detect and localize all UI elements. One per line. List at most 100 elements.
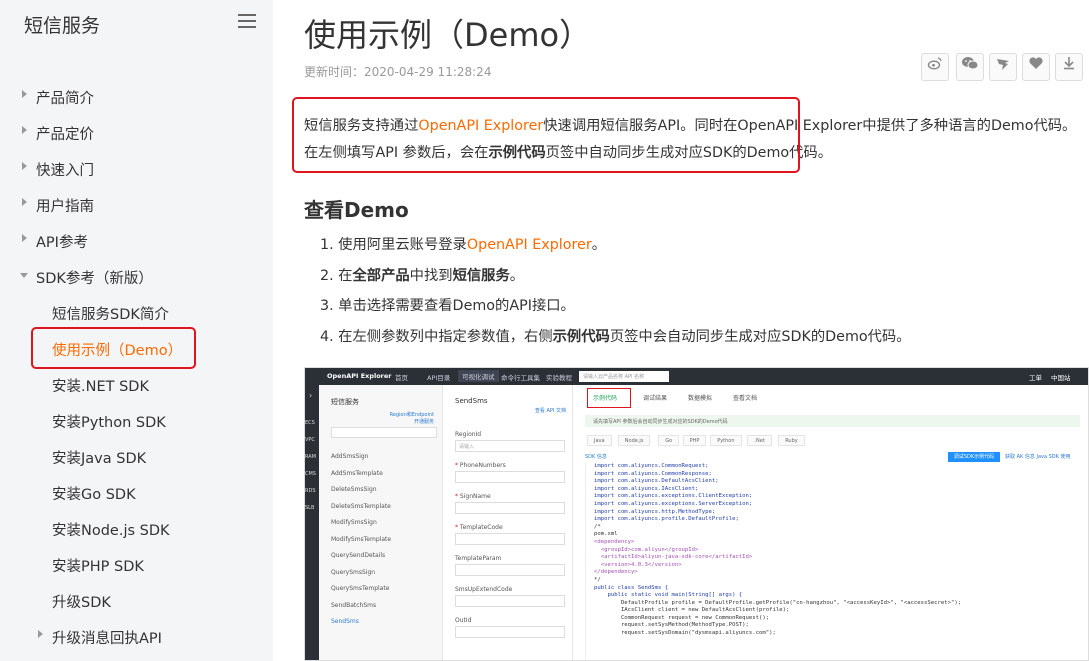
- screenshot-param-label: RegionId: [455, 431, 482, 438]
- screenshot-param-label: OutId: [455, 617, 472, 624]
- screenshot-api-search: [331, 427, 437, 438]
- screenshot-nav-item: 工单: [1029, 374, 1042, 382]
- sidebar-item[interactable]: 安装Go SDK: [0, 474, 273, 510]
- sidebar-item[interactable]: 安装Java SDK: [0, 438, 273, 474]
- screenshot-code: import com.aliyuncs.CommonRequest; import…: [585, 463, 1085, 660]
- screenshot-hint: 请先填写API 参数后会自动同步生成对应的SDK的Demo代码: [585, 415, 1080, 427]
- sidebar-item[interactable]: 安装Node.js SDK: [0, 510, 273, 546]
- step-bold: 示例代码: [552, 328, 610, 345]
- screenshot-api-item: SendSms: [331, 618, 359, 625]
- screenshot-api-item: AddSmsSign: [331, 453, 369, 460]
- caret-right-icon: [22, 234, 27, 242]
- caret-right-icon: [22, 90, 27, 98]
- caret-right-icon: [22, 198, 27, 206]
- screenshot-nav-item: 首页: [395, 374, 408, 382]
- weibo-icon[interactable]: [921, 53, 949, 81]
- sidebar-item[interactable]: API参考: [0, 222, 273, 258]
- screenshot-sdk-label: SDK 信息: [585, 454, 607, 460]
- code-line: CommonRequest request = new CommonReques…: [594, 614, 770, 621]
- screenshot-lang-tab: PHP: [682, 435, 707, 446]
- screenshot-params: SendSms 查看 API 文档 RegionId 请输入 * PhoneNumb…: [443, 385, 573, 660]
- screenshot-param-label: SmsUpExtendCode: [455, 586, 513, 593]
- code-line: </dependency>: [594, 569, 638, 576]
- screenshot-nav-item: 可视化调试: [458, 370, 499, 382]
- like-icon[interactable]: [1022, 53, 1050, 81]
- sidebar-item[interactable]: 用户指南: [0, 186, 273, 222]
- screenshot-rail-arrow: ›: [309, 391, 313, 400]
- sidebar-item[interactable]: 安装Python SDK: [0, 402, 273, 438]
- sidebar-item[interactable]: 安装.NET SDK: [0, 366, 273, 402]
- sidebar-item[interactable]: SDK参考（新版）: [0, 258, 273, 294]
- sidebar-item-label: 升级消息回执API: [52, 631, 162, 647]
- screenshot-api-title: SendSms: [455, 397, 488, 405]
- code-line: request.setSysMethod(MethodType.POST);: [594, 622, 749, 629]
- step-3: 3. 单击选择需要查看Demo的API接口。: [320, 294, 1080, 325]
- code-line: import com.aliyuncs.CommonResponse;: [594, 470, 712, 477]
- code-line: public class SendSms {: [594, 584, 669, 591]
- sidebar-item[interactable]: 产品简介: [0, 78, 273, 114]
- screenshot-brand: OpenAPI Explorer: [327, 372, 392, 380]
- screenshot-tab: 调试结果: [643, 395, 668, 402]
- step-2: 2. 在全部产品中找到短信服务。: [320, 264, 1080, 295]
- step-4: 4. 在左侧参数列中指定参数值，右侧示例代码页签中会自动同步生成对应SDK的De…: [320, 325, 1080, 356]
- sidebar-item[interactable]: 升级消息回执API: [0, 618, 273, 654]
- screenshot-api-item: AddSmsTemplate: [331, 469, 383, 477]
- sidebar-item-label: 安装Java SDK: [52, 451, 147, 467]
- screenshot-api-item: QuerySmsSign: [331, 568, 376, 576]
- screenshot-nav-item: 实验教程: [546, 374, 572, 382]
- screenshot-nav-item: 中国站: [1051, 374, 1071, 382]
- openapi-explorer-link[interactable]: OpenAPI Explorer: [467, 237, 592, 253]
- menu-icon[interactable]: [238, 14, 256, 28]
- sidebar-item[interactable]: 产品定价: [0, 114, 273, 150]
- screenshot-api-item: ModifySmsSign: [331, 519, 377, 526]
- sidebar-item-label: API参考: [36, 235, 88, 251]
- screenshot-lang-tab: Java: [587, 435, 612, 446]
- step-text: 。: [591, 237, 607, 253]
- screenshot-lang-tab: Python: [710, 435, 742, 446]
- step-text: 2. 在: [320, 267, 353, 284]
- step-text: 1. 使用阿里云账号登录: [320, 237, 467, 253]
- sidebar-item-label: 安装Node.js SDK: [52, 523, 170, 539]
- step-bold: 全部产品: [352, 267, 410, 284]
- screenshot-nav-item: 命令行工具集: [501, 374, 540, 382]
- screenshot-rail-item: RAM: [305, 454, 317, 460]
- screenshot-rail: › ECS VPC RAM CMS RDS SLB: [305, 385, 319, 660]
- code-line: <groupId>com.aliyun</groupId>: [594, 546, 699, 553]
- sidebar-item[interactable]: 快速入门: [0, 150, 273, 186]
- openapi-explorer-screenshot: OpenAPI Explorer 首页 API目录 可视化调试 命令行工具集 实…: [304, 367, 1089, 661]
- screenshot-param-input: [455, 626, 565, 638]
- screenshot-api-list: 短信服务 Region和Endpoint 开通服务 AddSmsSign AddSm…: [319, 385, 443, 660]
- code-line: request.setSysDomain("dysmsapi.aliyuncs.…: [594, 630, 776, 637]
- sidebar-item[interactable]: 安装PHP SDK: [0, 546, 273, 582]
- sidebar-item-label: 用户指南: [36, 199, 94, 215]
- code-line: /*: [594, 523, 601, 530]
- highlight-box: [292, 97, 800, 173]
- caret-right-icon: [38, 630, 43, 638]
- sidebar-item-label: 安装Python SDK: [52, 415, 166, 431]
- screenshot-right-links: 获取 AK 信息 Java SDK 使用: [1005, 454, 1071, 460]
- screenshot-api-item: DeleteSmsSign: [331, 486, 377, 493]
- download-icon[interactable]: [1055, 53, 1083, 81]
- code-line: import com.aliyuncs.CommonRequest;: [594, 463, 709, 469]
- caret-down-icon: [20, 273, 28, 278]
- updated-time: 更新时间：2020-04-29 11:28:24: [304, 65, 492, 79]
- step-bold: 短信服务: [452, 267, 510, 284]
- page-title: 使用示例（Demo）: [304, 16, 592, 54]
- code-line: pom.xml: [594, 531, 618, 538]
- sidebar-title[interactable]: 短信服务: [24, 11, 100, 38]
- screenshot-doc-link: 查看 API 文档: [534, 408, 566, 414]
- wechat-icon[interactable]: [956, 53, 984, 81]
- screenshot-run-button: 调试SDK示例代码: [948, 452, 1000, 462]
- sidebar-item[interactable]: 短信服务SDK简介: [0, 294, 273, 330]
- code-line: <artifactId>aliyun-java-sdk-core</artifa…: [594, 554, 753, 561]
- screenshot-lang-tab: Ruby: [778, 435, 805, 446]
- code-line: <dependency>: [594, 538, 635, 545]
- dingtalk-icon[interactable]: [989, 53, 1017, 81]
- screenshot-tab: 数据模拟: [688, 395, 713, 402]
- sidebar-item-label: 安装Go SDK: [52, 487, 136, 503]
- sidebar-item[interactable]: 升级SDK: [0, 582, 273, 618]
- step-text: 页签中会自动同步生成对应SDK的Demo代码。: [609, 328, 911, 345]
- section-title: 查看Demo: [304, 198, 409, 222]
- steps-list: 1. 使用阿里云账号登录OpenAPI Explorer。 2. 在全部产品中找…: [320, 233, 1080, 355]
- screenshot-search: 请输入云产品名称 API 名称: [579, 371, 669, 382]
